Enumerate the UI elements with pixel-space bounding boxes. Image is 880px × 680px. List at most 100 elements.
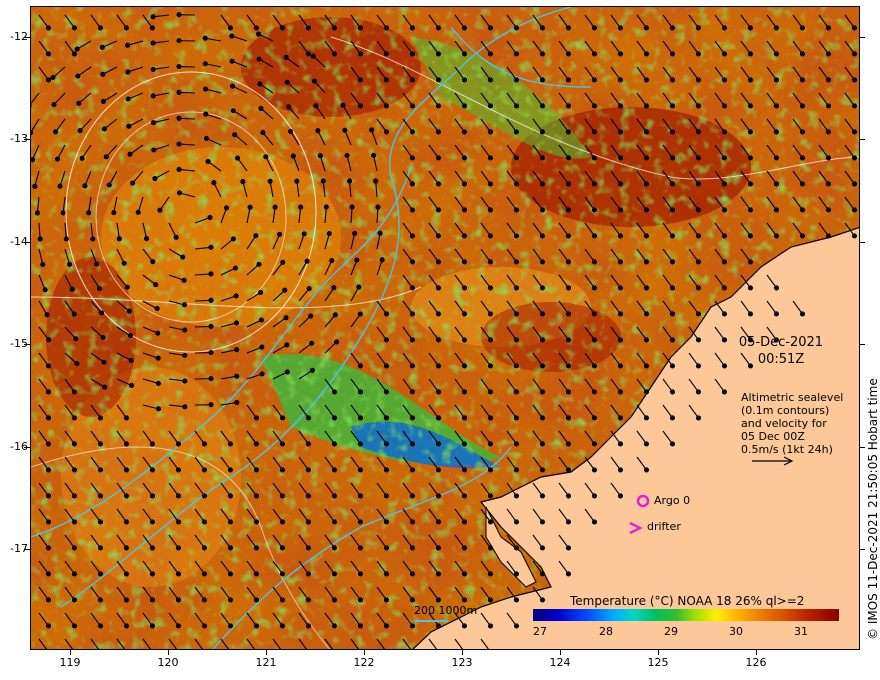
velocity-arrow-head [229, 33, 235, 39]
velocity-arrow-head [487, 181, 494, 187]
velocity-arrow-head [149, 545, 156, 551]
velocity-arrow-head [227, 571, 234, 577]
velocity-arrow-head [617, 25, 624, 31]
velocity-arrow-head [409, 493, 416, 499]
velocity-arrow-head [513, 181, 520, 187]
velocity-arrow-head [277, 231, 283, 237]
velocity-arrow-head [223, 205, 230, 211]
velocity-arrow-head [435, 571, 442, 577]
velocity-arrow-head [487, 415, 494, 421]
velocity-arrow-head [669, 103, 676, 109]
velocity-arrow-head [669, 77, 676, 83]
velocity-arrow-head [695, 103, 702, 109]
lat-tick [860, 344, 865, 345]
velocity-arrow-head [409, 519, 416, 525]
velocity-arrow-head [799, 77, 806, 83]
observation-datetime: 05-Dec-2021 00:51Z [716, 334, 846, 368]
lat-tick [24, 242, 30, 243]
velocity-arrow-head [643, 25, 650, 31]
velocity-arrow-head [773, 25, 780, 31]
velocity-arrow-head [487, 623, 494, 629]
velocity-arrow-head [304, 258, 310, 264]
velocity-arrow-head [230, 236, 236, 242]
velocity-arrow-head [383, 623, 390, 629]
velocity-arrow-head [331, 467, 338, 473]
velocity-arrow-head [851, 155, 858, 161]
argo-legend: Argo 0 [634, 494, 690, 507]
velocity-arrow-head [695, 363, 702, 369]
velocity-arrow-head [539, 207, 546, 213]
velocity-arrow-head [326, 231, 332, 237]
velocity-arrow-head [313, 103, 319, 109]
velocity-arrow-head [825, 129, 832, 135]
velocity-arrow-head [539, 597, 546, 603]
velocity-arrow-head [106, 182, 112, 188]
temperature-colorbar [533, 609, 839, 621]
velocity-arrow-head [97, 623, 104, 629]
velocity-arrow-head [409, 311, 416, 317]
velocity-arrow-head [305, 623, 312, 629]
velocity-arrow-head [565, 311, 572, 317]
velocity-arrow-head [123, 493, 130, 499]
velocity-arrow-head [513, 519, 520, 525]
velocity-arrow-head [182, 352, 188, 359]
velocity-arrow-head [773, 129, 780, 135]
velocity-arrow-head [175, 467, 182, 473]
velocity-arrow-head [643, 389, 650, 395]
drifter-legend-label: drifter [647, 520, 681, 533]
velocity-arrow-head [695, 389, 702, 395]
velocity-arrow-head [253, 441, 260, 447]
velocity-arrow-head [565, 337, 572, 343]
velocity-arrow-head [45, 77, 52, 83]
velocity-arrow-head [539, 519, 546, 525]
velocity-arrow-head [747, 25, 754, 31]
velocity-arrow-head [799, 129, 806, 135]
velocity-arrow-head [371, 152, 377, 158]
velocity-arrow-head [643, 155, 650, 161]
velocity-arrow-head [851, 207, 858, 213]
velocity-arrow-head [565, 155, 572, 161]
velocity-arrow-head [229, 83, 236, 89]
velocity-arrow-head [357, 493, 364, 499]
velocity-arrow-head [258, 105, 264, 111]
velocity-arrow-head [435, 415, 442, 421]
velocity-arrow-head [487, 441, 494, 447]
lon-tick-label: 119 [59, 656, 81, 669]
velocity-arrow-head [331, 51, 338, 57]
velocity-arrow-head [461, 571, 468, 577]
velocity-arrow-head [176, 166, 182, 172]
velocity-arrow-head [375, 204, 381, 210]
velocity-arrow-head [354, 257, 360, 263]
velocity-arrow-head [97, 493, 104, 499]
velocity-arrow-head [97, 441, 104, 447]
velocity-arrow-head [227, 493, 234, 499]
velocity-arrow-head [176, 38, 182, 44]
velocity-arrow-head [669, 415, 676, 421]
velocity-arrow-head [565, 389, 572, 395]
velocity-arrow-head [201, 493, 208, 499]
velocity-arrow-head [539, 363, 546, 369]
velocity-arrow-head [721, 259, 728, 265]
velocity-arrow-head [487, 77, 494, 83]
velocity-arrow-head [513, 389, 520, 395]
velocity-arrow-head [539, 311, 546, 317]
velocity-arrow-head [66, 261, 73, 267]
velocity-arrow-head [487, 259, 494, 265]
velocity-arrow-head [539, 467, 546, 473]
velocity-arrow-head [116, 236, 122, 242]
velocity-arrow-head [45, 493, 52, 499]
velocity-arrow-head [461, 155, 468, 161]
velocity-arrow-head [695, 337, 702, 343]
velocity-arrow-head [435, 467, 442, 473]
velocity-arrow-head [383, 493, 390, 499]
velocity-arrow-head [71, 311, 77, 317]
velocity-arrow-head [253, 467, 260, 473]
velocity-arrow-head [99, 310, 105, 316]
colorbar-tick: 28 [599, 625, 613, 638]
velocity-arrow-head [799, 207, 806, 213]
velocity-arrow-head [643, 181, 650, 187]
velocity-arrow-head [155, 380, 161, 386]
velocity-arrow-head [123, 519, 130, 525]
velocity-arrow-head [461, 415, 468, 421]
velocity-arrow-head [461, 129, 468, 135]
